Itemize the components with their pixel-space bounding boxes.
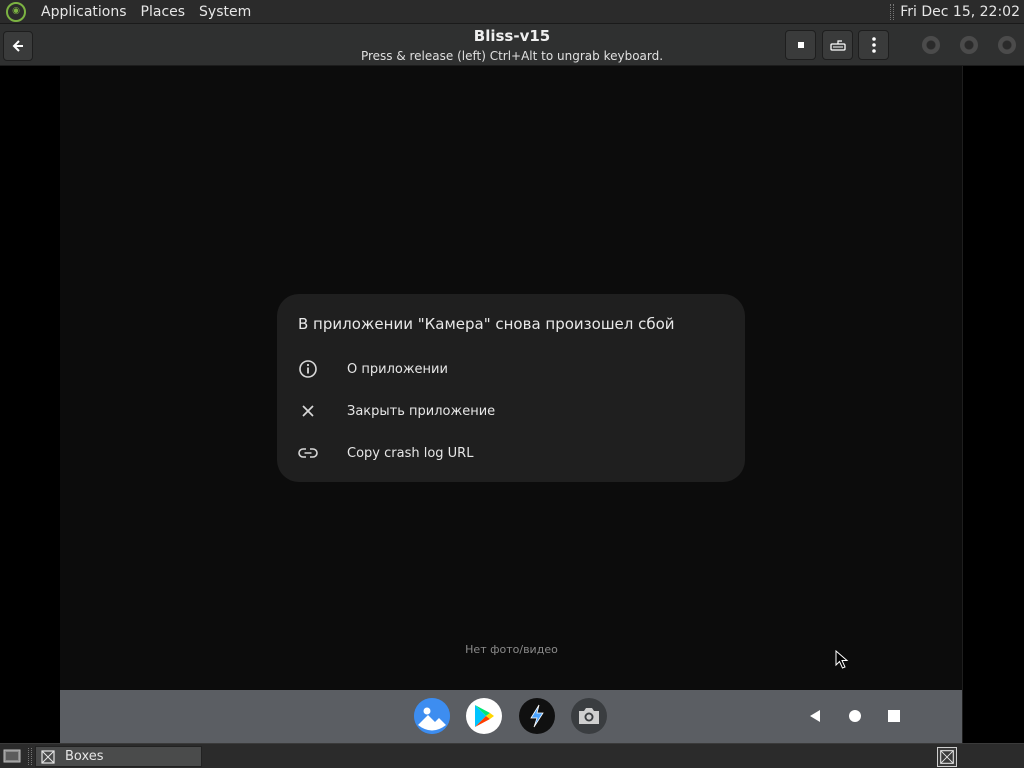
nav-home-button[interactable] [846, 707, 864, 725]
taskbar-boxes-label: Boxes [65, 749, 104, 764]
camera-icon [579, 708, 599, 724]
copy-crash-log-option[interactable]: Copy crash log URL [277, 434, 745, 472]
clock[interactable]: Fri Dec 15, 22:02 [900, 4, 1024, 20]
link-icon [297, 442, 319, 464]
taskbar-boxes-button[interactable]: Boxes [35, 746, 202, 767]
boxes-header-bar: Bliss-v15 Press & release (left) Ctrl+Al… [0, 24, 1024, 66]
home-circle-icon [849, 710, 861, 722]
vm-display[interactable]: В приложении "Камера" снова произошел сб… [60, 66, 963, 743]
minimize-button[interactable] [922, 36, 940, 54]
play-store-app[interactable] [466, 698, 502, 734]
menu-places[interactable]: Places [134, 4, 193, 20]
kebab-menu-icon [871, 37, 876, 53]
recents-square-icon [888, 710, 900, 722]
top-panel: ◉ Applications Places System Fri Dec 15,… [0, 0, 1024, 24]
app-info-label: О приложении [347, 361, 448, 377]
menu-system[interactable]: System [192, 4, 258, 20]
close-icon [297, 400, 319, 422]
crash-dialog-title: В приложении "Камера" снова произошел сб… [298, 315, 675, 333]
gallery-app[interactable] [414, 698, 450, 734]
gallery-icon [414, 698, 450, 734]
play-store-icon [475, 705, 494, 727]
panel-separator [890, 4, 895, 20]
menu-button[interactable] [858, 30, 889, 60]
crash-dialog: В приложении "Камера" снова произошел сб… [277, 294, 745, 482]
back-triangle-icon [810, 710, 820, 722]
close-button[interactable] [998, 36, 1016, 54]
stop-icon [797, 42, 804, 48]
linux-mint-logo-icon[interactable]: ◉ [6, 1, 26, 22]
maximize-button[interactable] [960, 36, 978, 54]
vm-display-edge [962, 66, 963, 743]
menu-applications[interactable]: Applications [34, 4, 134, 20]
taskbar-separator [28, 748, 32, 765]
app-info-option[interactable]: О приложении [277, 350, 745, 388]
nav-back-button[interactable] [806, 707, 824, 725]
camera-app[interactable] [571, 698, 607, 734]
lightning-browser-icon [530, 704, 544, 728]
nav-recents-button[interactable] [885, 707, 903, 725]
top-panel-right: Fri Dec 15, 22:02 [890, 0, 1024, 24]
keyboard-button[interactable] [822, 30, 853, 60]
android-nav-bar [60, 690, 963, 743]
bottom-panel: Boxes [0, 743, 1024, 768]
stop-button[interactable] [785, 30, 816, 60]
show-desktop-icon[interactable] [3, 748, 21, 764]
empty-gallery-message: Нет фото/видео [465, 643, 558, 656]
keyboard-icon [829, 40, 846, 51]
boxes-app-icon [41, 749, 55, 764]
tray-workspace-icon[interactable] [937, 747, 957, 767]
info-icon [297, 358, 319, 380]
close-app-label: Закрыть приложение [347, 403, 496, 419]
copy-crash-log-label: Copy crash log URL [347, 445, 474, 461]
lightning-browser-app[interactable] [519, 698, 555, 734]
close-app-option[interactable]: Закрыть приложение [277, 392, 745, 430]
mouse-pointer-icon [835, 650, 849, 669]
